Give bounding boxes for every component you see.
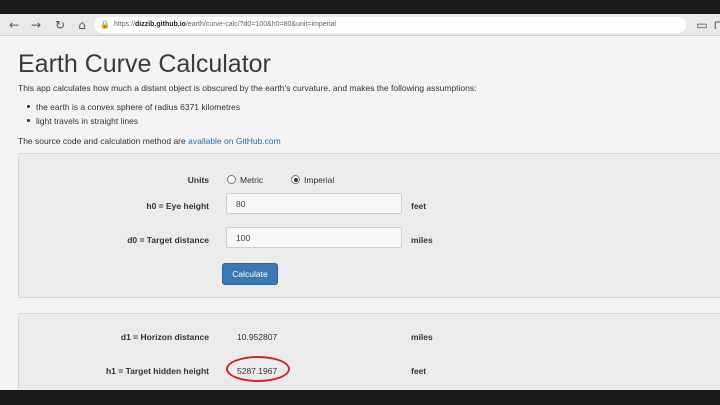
assumptions-list: the earth is a convex sphere of radius 6… [26,100,241,128]
input-panel: Units Metric Imperial h0 = Eye height fe… [18,153,720,298]
eye-height-input[interactable] [226,193,402,214]
tab-icon[interactable]: ▭ [694,17,710,33]
address-bar[interactable]: 🔒 https://dizzib.github.io/earth/curve-c… [94,17,686,33]
browser-window: ← → ↻ ⌂ 🔒 https://dizzib.github.io/earth… [0,14,720,390]
url-path: /earth/curve-calc/?d0=100&h0=80&unit=imp… [185,21,336,28]
metric-label: Metric [240,175,264,185]
imperial-radio-icon [291,175,300,184]
url-scheme: https:// [114,21,136,28]
units-label: Units [187,175,209,185]
h0-unit: feet [411,201,427,211]
lock-icon: 🔒 [100,20,110,29]
d1-unit: miles [411,332,433,342]
github-link[interactable]: available on GitHub.com [188,136,281,146]
back-icon[interactable]: ← [6,17,22,33]
browser-toolbar: ← → ↻ ⌂ 🔒 https://dizzib.github.io/earth… [0,14,720,36]
h0-label: h0 = Eye height [146,201,209,211]
calculate-button[interactable]: Calculate [222,263,278,285]
d1-label: d1 = Horizon distance [120,332,209,342]
h1-label: h1 = Target hidden height [105,366,209,376]
url-host: dizzib.github.io [135,21,186,28]
home-icon[interactable]: ⌂ [74,17,90,33]
units-metric-radio[interactable]: Metric [227,174,263,186]
page-content: Earth Curve Calculator This app calculat… [0,37,720,390]
source-prefix: The source code and calculation method a… [18,136,189,146]
horizon-distance-value: 10.952807 [237,332,278,342]
d0-unit: miles [411,235,433,245]
assumption-light: light travels in straight lines [26,114,240,128]
intro-text: This app calculates how much a distant o… [18,83,477,93]
target-distance-input[interactable] [226,227,402,248]
units-imperial-radio[interactable]: Imperial [291,174,334,186]
page-title: Earth Curve Calculator [18,50,271,78]
url-text: https://dizzib.github.io/earth/curve-cal… [114,17,336,33]
split-icon[interactable]: ⊓ [710,17,720,33]
imperial-label: Imperial [304,175,335,185]
h1-unit: feet [411,366,427,376]
metric-radio-icon [227,175,236,184]
highlight-circle [226,356,290,382]
d0-label: d0 = Target distance [127,235,209,245]
refresh-icon[interactable]: ↻ [52,17,68,33]
assumption-sphere: the earth is a convex sphere of radius 6… [26,102,241,112]
forward-icon[interactable]: → [28,17,44,33]
source-text: The source code and calculation method a… [18,136,281,146]
results-panel: d1 = Horizon distance 10.952807 miles h1… [18,313,720,390]
